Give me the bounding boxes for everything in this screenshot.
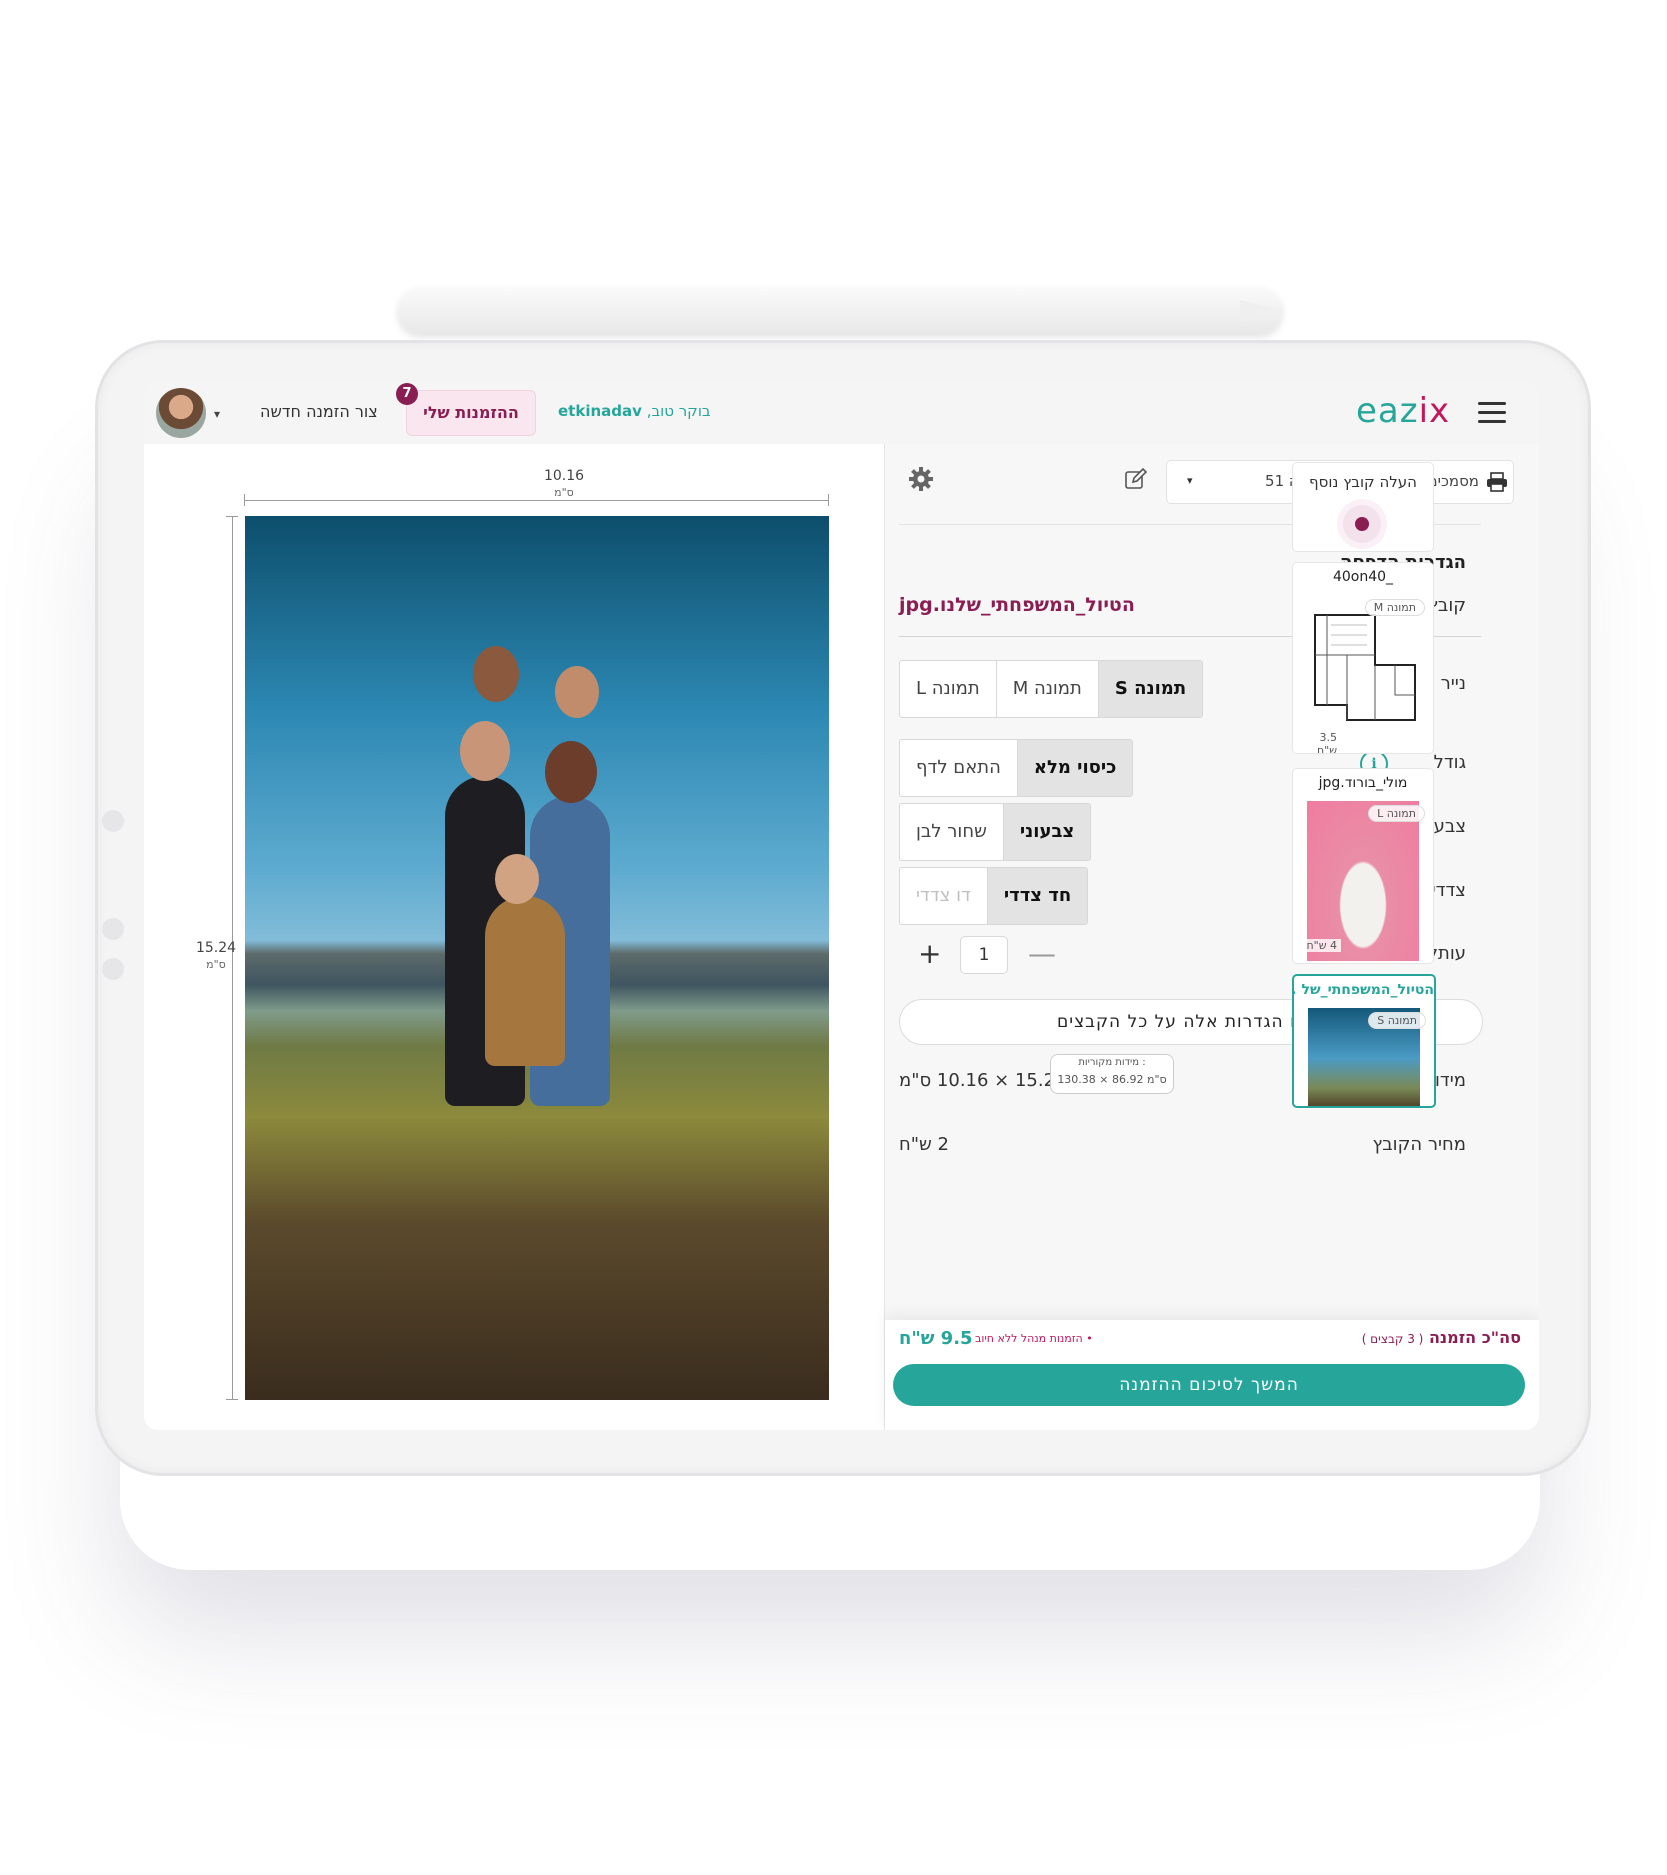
upload-label: העלה קובץ נוסף — [1309, 473, 1417, 491]
device-button — [102, 958, 124, 980]
paper-option-s[interactable]: תמונה S — [1097, 661, 1203, 717]
minus-icon[interactable]: — — [1028, 937, 1056, 970]
photo-preview — [245, 516, 829, 1400]
greeting: בוקר טוב, etkinadav — [558, 402, 711, 420]
file-card-type: תמונה M — [1364, 599, 1425, 616]
greeting-prefix: בוקר טוב, — [646, 402, 711, 420]
continue-to-summary-button[interactable]: המשך לסיכום ההזמנה — [893, 1364, 1525, 1406]
width-dimension-value: 10.16 — [543, 468, 585, 484]
stylus-tip — [1240, 300, 1284, 322]
chevron-down-icon[interactable]: ▾ — [1187, 474, 1193, 487]
original-dimensions-title: מידות מקוריות : — [1078, 1057, 1146, 1068]
size-option-fit[interactable]: התאם לדף — [900, 740, 1017, 796]
paper-option-l[interactable]: תמונה L — [900, 661, 996, 717]
order-total-bar: סה"כ הזמנה ( 3 קבצים ) • הזמנות מנהל ללא… — [885, 1320, 1539, 1430]
new-order-link[interactable]: צור הזמנה חדשה — [260, 402, 378, 421]
photo-figure — [460, 721, 510, 781]
width-ruler — [244, 500, 829, 501]
original-dimensions-box: מידות מקוריות : 130.38 × 86.92 ס"מ — [1050, 1054, 1174, 1094]
file-price-value: 2 ש"ח — [899, 1134, 949, 1155]
ruler-tick — [828, 494, 829, 506]
file-name: הטיול_המשפחתי_שלנו.jpg — [899, 594, 1135, 616]
file-card-name: מולי_בורוד.jpg — [1318, 775, 1408, 791]
photo-figure — [485, 896, 565, 1066]
order-total-title: סה"כ הזמנה ( 3 קבצים ) — [1362, 1328, 1521, 1347]
dog-photo-thumbnail — [1307, 801, 1419, 961]
file-card-type: תמונה L — [1368, 805, 1425, 822]
sides-option-single[interactable]: חד צדדי — [986, 868, 1088, 924]
order-note: • הזמנות מנהל ללא חיוב • — [965, 1332, 1093, 1345]
file-price-label: מחיר הקובץ — [1372, 1134, 1466, 1155]
file-card[interactable]: מולי_בורוד.jpg תמונה L 4 ש"ח — [1292, 768, 1434, 964]
photo-figure — [495, 854, 539, 904]
copies-input[interactable]: 1 — [960, 936, 1008, 974]
sides-selector: דו צדדי חד צדדי — [899, 867, 1089, 925]
logo[interactable]: eazix — [1356, 391, 1450, 431]
order-file-count: ( 3 קבצים ) — [1361, 1332, 1424, 1346]
plus-icon[interactable]: + — [918, 937, 941, 970]
device-button — [102, 918, 124, 940]
floorplan-thumbnail — [1307, 595, 1419, 740]
order-total-price: 9.5 ש"ח — [899, 1328, 973, 1349]
file-card-name: _40on40 — [1332, 569, 1394, 585]
ruler-tick — [244, 494, 245, 506]
height-dimension-unit: ס"מ — [206, 958, 226, 971]
top-bar: ▾ צור הזמנה חדשה ההזמנות שלי 7 בוקר טוב,… — [144, 382, 1539, 445]
logo-text-pink: ix — [1418, 391, 1451, 431]
file-card-type: תמונה S — [1368, 1012, 1426, 1029]
color-option-bw[interactable]: שחור לבן — [900, 804, 1003, 860]
orders-count-badge: 7 — [396, 383, 418, 405]
stylus-pencil — [398, 288, 1282, 334]
avatar[interactable] — [156, 388, 206, 438]
paper-selector: תמונה L תמונה M תמונה S — [899, 660, 1204, 718]
printer-icon — [1487, 472, 1507, 492]
app-screen: ▾ צור הזמנה חדשה ההזמנות שלי 7 בוקר טוב,… — [144, 382, 1539, 1430]
sides-option-double: דו צדדי — [916, 885, 971, 906]
gear-icon[interactable] — [909, 467, 933, 491]
width-dimension-unit: ס"מ — [554, 486, 574, 499]
size-option-full[interactable]: כיסוי מלא — [1016, 740, 1133, 796]
file-card-selected[interactable]: הטיול_המשפחתי_של ... תמונה S — [1292, 974, 1436, 1108]
order-total-label: סה"כ הזמנה — [1428, 1328, 1521, 1347]
photo-figure — [545, 741, 597, 803]
upload-icon — [1343, 505, 1381, 543]
ruler-tick — [226, 1399, 238, 1400]
device-camera — [102, 810, 124, 832]
photo-figure — [473, 646, 519, 702]
paper-option-m[interactable]: תמונה M — [995, 661, 1098, 717]
upload-file-button[interactable]: העלה קובץ נוסף — [1292, 462, 1434, 552]
chevron-down-icon[interactable]: ▾ — [214, 407, 220, 421]
ruler-tick — [226, 516, 238, 517]
logo-text-teal: eaz — [1356, 391, 1419, 431]
color-option-color[interactable]: צבעוני — [1002, 804, 1091, 860]
file-card-name: הטיול_המשפחתי_של ... — [1292, 982, 1434, 998]
dimensions-value: 15.24 × 10.16 ס"מ — [899, 1070, 1067, 1091]
color-selector: שחור לבן צבעוני — [899, 803, 1092, 861]
username: etkinadav — [558, 402, 642, 420]
my-orders-button[interactable]: ההזמנות שלי — [406, 390, 536, 436]
original-dimensions-value: 130.38 × 86.92 ס"מ — [1057, 1073, 1167, 1086]
file-card[interactable]: _40on40 תמונה M 3.5 ש"ח — [1292, 562, 1434, 754]
height-dimension-value: 15.24 — [195, 940, 237, 956]
file-card-price: 4 ש"ח — [1302, 939, 1341, 952]
file-card-price: 3.5 ש"ח — [1293, 731, 1341, 753]
hamburger-menu-icon[interactable] — [1478, 402, 1506, 424]
size-selector: התאם לדף כיסוי מלא — [899, 739, 1134, 797]
photo-figure — [555, 666, 599, 718]
edit-icon[interactable] — [1124, 467, 1148, 491]
